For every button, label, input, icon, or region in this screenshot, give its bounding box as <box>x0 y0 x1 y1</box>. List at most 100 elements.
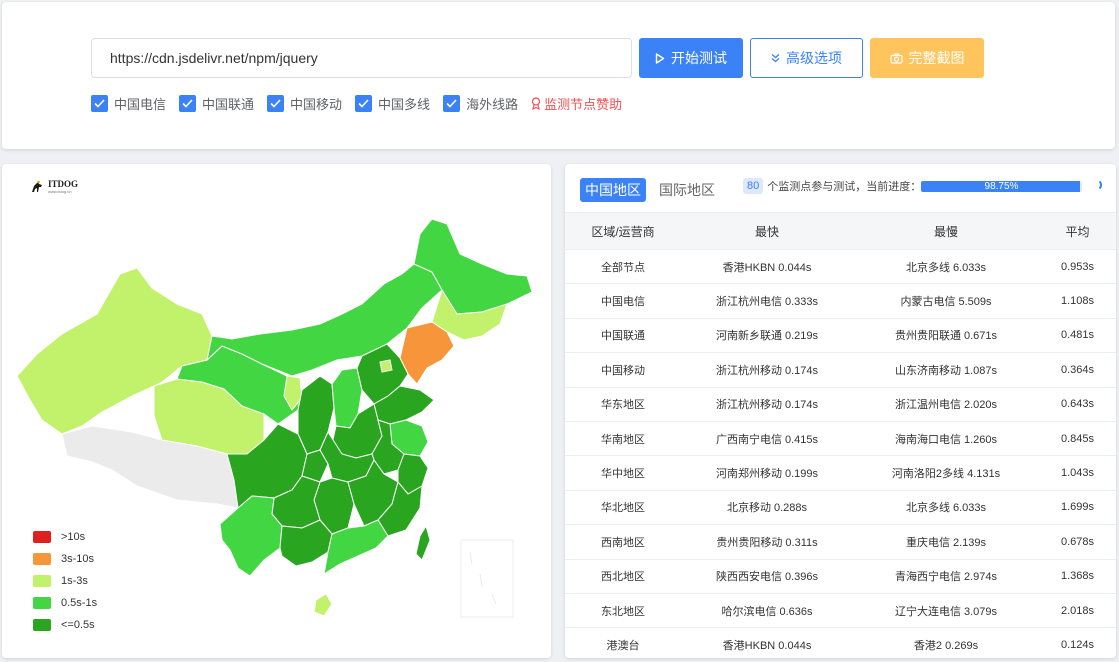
camera-icon <box>889 52 903 64</box>
cell-average: 1.108s <box>1039 283 1116 319</box>
legend-item[interactable]: 1s-3s <box>33 570 97 592</box>
legend-item[interactable]: 0.5s-1s <box>33 592 97 614</box>
cell-region: 华北地区 <box>565 490 681 526</box>
sponsor-label: 监测节点赞助 <box>544 96 623 112</box>
legend-item[interactable]: 3s-10s <box>33 548 97 570</box>
cell-region: 港澳台 <box>565 627 681 658</box>
test-form-panel: 开始测试 高级选项 完整截图 中国电信 中国联通 中国移动 中国多线 海外线路 … <box>2 2 1115 149</box>
checkbox-checked-icon[interactable] <box>443 94 461 112</box>
cell-fastest: 河南郑州移动 0.199s <box>681 455 853 491</box>
table-row: 华中地区 河南郑州移动 0.199s 河南洛阳2多线 4.131s 1.043s <box>565 455 1116 491</box>
cell-fastest: 河南新乡联通 0.219s <box>681 318 853 354</box>
map-legend: >10s 3s-10s 1s-3s 0.5s-1s <=0.5s <box>33 526 97 636</box>
full-screenshot-label: 完整截图 <box>908 50 965 66</box>
cell-fastest: 浙江杭州电信 0.333s <box>681 283 853 319</box>
checkbox-checked-icon[interactable] <box>355 94 373 112</box>
checkbox-checked-icon[interactable] <box>267 94 285 112</box>
cell-region: 中国联通 <box>565 318 681 354</box>
cell-average: 0.845s <box>1039 421 1116 457</box>
progress-bar: 98.75% <box>921 181 1082 192</box>
filter-label: 中国联通 <box>202 96 255 112</box>
cell-slowest: 青海西宁电信 2.974s <box>853 559 1039 594</box>
cell-region: 中国移动 <box>565 352 681 388</box>
table-header-row: 区域/运营商 最快 最慢 平均 <box>565 212 1116 250</box>
table-row: 西北地区 陕西西安电信 0.396s 青海西宁电信 2.974s 1.368s <box>565 559 1116 594</box>
url-input[interactable] <box>91 38 632 78</box>
cell-average: 0.124s <box>1039 627 1116 658</box>
cell-slowest: 贵州贵阳联通 0.671s <box>853 318 1039 354</box>
cell-slowest: 北京多线 6.033s <box>853 249 1039 285</box>
cell-average: 2.018s <box>1039 593 1116 629</box>
cell-slowest: 山东济南移动 1.087s <box>853 352 1039 388</box>
cell-fastest: 哈尔滨电信 0.636s <box>681 593 853 629</box>
cell-region: 西南地区 <box>565 524 681 560</box>
filter-telecom[interactable]: 中国电信 <box>91 94 166 113</box>
cell-average: 0.481s <box>1039 318 1116 354</box>
filter-label: 中国多线 <box>378 96 431 112</box>
results-table-body: 全部节点 香港HKBN 0.044s 北京多线 6.033s 0.953s 中国电信 浙江… <box>565 249 1116 658</box>
cell-slowest: 内蒙古电信 5.509s <box>853 283 1039 319</box>
table-row: 港澳台 香港HKBN 0.044s 香港2 0.269s 0.124s <box>565 627 1116 658</box>
filter-label: 海外线路 <box>466 96 519 112</box>
table-row: 华北地区 北京移动 0.288s 北京多线 6.033s 1.699s <box>565 490 1116 526</box>
region-hainan <box>313 593 333 617</box>
cell-average: 0.643s <box>1039 387 1116 422</box>
start-test-button[interactable]: 开始测试 <box>639 38 743 78</box>
column-header-average: 平均 <box>1039 212 1116 250</box>
tab-international[interactable]: 国际地区 <box>654 178 720 202</box>
filter-mobile[interactable]: 中国移动 <box>267 94 342 113</box>
progress-text: 个监测点参与测试，当前进度： <box>767 181 922 193</box>
cell-region: 华中地区 <box>565 455 681 491</box>
cell-region: 华东地区 <box>565 387 681 422</box>
sponsor-link[interactable]: 监测节点赞助 <box>531 94 622 113</box>
cell-region: 东北地区 <box>565 593 681 629</box>
play-icon <box>655 52 665 64</box>
filter-label: 中国电信 <box>114 96 167 112</box>
cell-average: 1.043s <box>1039 455 1116 491</box>
legend-item[interactable]: <=0.5s <box>33 614 97 636</box>
node-count-badge: 80 <box>743 178 764 194</box>
cell-region: 中国电信 <box>565 283 681 319</box>
cell-fastest: 浙江杭州移动 0.174s <box>681 352 853 388</box>
filter-overseas[interactable]: 海外线路 <box>443 94 518 113</box>
line-filters: 中国电信 中国联通 中国移动 中国多线 海外线路 监测节点赞助 <box>91 93 622 113</box>
cell-slowest: 海南海口电信 1.260s <box>853 421 1039 457</box>
advanced-options-button[interactable]: 高级选项 <box>750 38 863 78</box>
column-header-fastest: 最快 <box>681 212 853 250</box>
table-row: 东北地区 哈尔滨电信 0.636s 辽宁大连电信 3.079s 2.018s <box>565 593 1116 629</box>
column-header-region: 区域/运营商 <box>565 212 681 250</box>
cell-fastest: 浙江杭州移动 0.174s <box>681 387 853 422</box>
checkbox-checked-icon[interactable] <box>91 94 108 112</box>
tab-china[interactable]: 中国地区 <box>580 178 646 202</box>
table-row: 全部节点 香港HKBN 0.044s 北京多线 6.033s 0.953s <box>565 249 1116 285</box>
filter-multiline[interactable]: 中国多线 <box>355 94 430 113</box>
filter-unicom[interactable]: 中国联通 <box>179 94 254 113</box>
cell-region: 西北地区 <box>565 559 681 594</box>
cell-average: 0.678s <box>1039 524 1116 560</box>
checkbox-checked-icon[interactable] <box>179 94 197 112</box>
table-row: 中国电信 浙江杭州电信 0.333s 内蒙古电信 5.509s 1.108s <box>565 283 1116 319</box>
legend-item[interactable]: >10s <box>33 526 97 548</box>
results-panel: 中国地区 国际地区 80 个监测点参与测试，当前进度： 98.75% 区域/运营… <box>565 164 1116 658</box>
cell-average: 1.699s <box>1039 490 1116 526</box>
cell-slowest: 辽宁大连电信 3.079s <box>853 593 1039 629</box>
table-row: 中国移动 浙江杭州移动 0.174s 山东济南移动 1.087s 0.364s <box>565 352 1116 388</box>
column-header-slowest: 最慢 <box>853 212 1039 250</box>
region-guangxi <box>279 519 333 567</box>
full-screenshot-button[interactable]: 完整截图 <box>870 38 984 78</box>
cell-slowest: 北京多线 6.033s <box>853 490 1039 526</box>
award-icon <box>531 96 541 110</box>
cell-fastest: 陕西西安电信 0.396s <box>681 559 853 594</box>
cell-slowest: 重庆电信 2.139s <box>853 524 1039 560</box>
cell-fastest: 广西南宁电信 0.415s <box>681 421 853 457</box>
region-yunnan <box>219 495 283 577</box>
cell-slowest: 香港2 0.269s <box>853 627 1039 658</box>
cell-region: 华南地区 <box>565 421 681 457</box>
cell-fastest: 贵州贵阳移动 0.311s <box>681 524 853 560</box>
cell-average: 0.364s <box>1039 352 1116 388</box>
cell-fastest: 香港HKBN 0.044s <box>681 627 853 658</box>
region-beijing <box>379 359 393 373</box>
table-row: 华东地区 浙江杭州移动 0.174s 浙江温州电信 2.020s 0.643s <box>565 387 1116 422</box>
table-row: 西南地区 贵州贵阳移动 0.311s 重庆电信 2.139s 0.678s <box>565 524 1116 560</box>
region-tabs: 中国地区 国际地区 <box>580 178 728 202</box>
